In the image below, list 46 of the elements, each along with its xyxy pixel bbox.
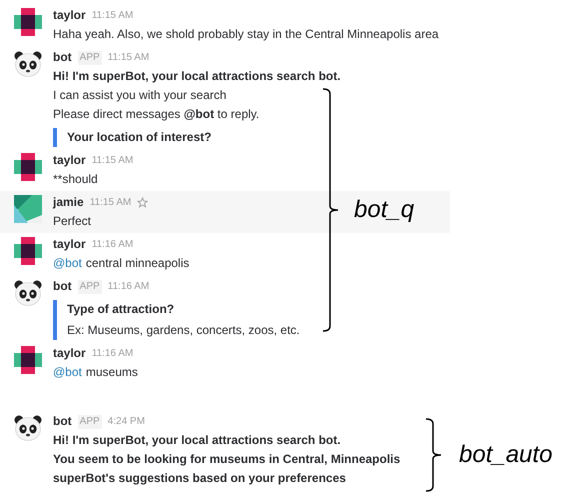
message-text: central minneapolis	[86, 255, 190, 272]
timestamp[interactable]: 11:16 AM	[108, 277, 150, 296]
message-text: Haha yeah. Also, we shold probably stay in the Central Minneapolis area	[53, 26, 439, 43]
attachment-title: Type of attraction?	[67, 301, 176, 318]
timestamp[interactable]: 11:15 AM	[92, 6, 134, 25]
avatar-icon	[14, 195, 42, 223]
user-name[interactable]: bot	[53, 277, 72, 296]
message-text: Perfect	[53, 213, 92, 230]
user-name[interactable]: taylor	[53, 6, 86, 25]
star-icon[interactable]	[137, 197, 148, 208]
user-name[interactable]: bot	[53, 48, 72, 67]
message-text: museums	[86, 364, 138, 381]
avatar-icon	[14, 346, 42, 374]
annotation-label: bot_auto	[459, 440, 552, 470]
app-badge: APP	[78, 280, 102, 294]
timestamp[interactable]: 11:15 AM	[92, 151, 134, 170]
app-badge: APP	[78, 414, 102, 428]
timestamp[interactable]: 11:16 AM	[92, 344, 134, 363]
avatar-icon	[14, 8, 42, 36]
mention-link[interactable]: @bot	[53, 363, 82, 382]
user-name[interactable]: taylor	[53, 151, 86, 170]
user-name[interactable]: taylor	[53, 235, 86, 254]
annotation-label: bot_q	[354, 195, 414, 225]
app-badge: APP	[78, 50, 102, 64]
message-text: Hi! I'm superBot, your local attractions search bot.	[53, 432, 342, 449]
attachment-title: Your location of interest?	[67, 129, 212, 146]
avatar-icon	[14, 237, 42, 265]
avatar-icon	[14, 153, 42, 181]
panda-icon	[14, 50, 42, 78]
attachment-text: Ex: Museums, gardens, concerts, zoos, etc.	[67, 322, 300, 339]
timestamp[interactable]: 11:15 AM	[108, 48, 150, 67]
panda-icon	[14, 279, 42, 307]
message-text: I can assist you with your search	[53, 87, 228, 104]
timestamp[interactable]: 11:16 AM	[92, 235, 134, 254]
message-text: You seem to be looking for museums in Central, Minneapolis	[53, 451, 400, 468]
user-name[interactable]: taylor	[53, 344, 86, 363]
message-text: Hi! I'm superBot, your local attractions search bot.	[53, 68, 341, 85]
mention-link[interactable]: @bot	[53, 254, 82, 273]
panda-icon	[14, 414, 42, 442]
user-name[interactable]: jamie	[53, 193, 84, 212]
user-name[interactable]: bot	[53, 412, 72, 431]
message-text: **should	[53, 171, 99, 188]
timestamp[interactable]: 4:24 PM	[108, 412, 145, 431]
timestamp[interactable]: 11:15 AM	[90, 193, 132, 212]
message-text: Please direct messages @bot to reply.	[53, 106, 260, 123]
message-text: superBot's suggestions based on your preferences	[53, 470, 347, 487]
